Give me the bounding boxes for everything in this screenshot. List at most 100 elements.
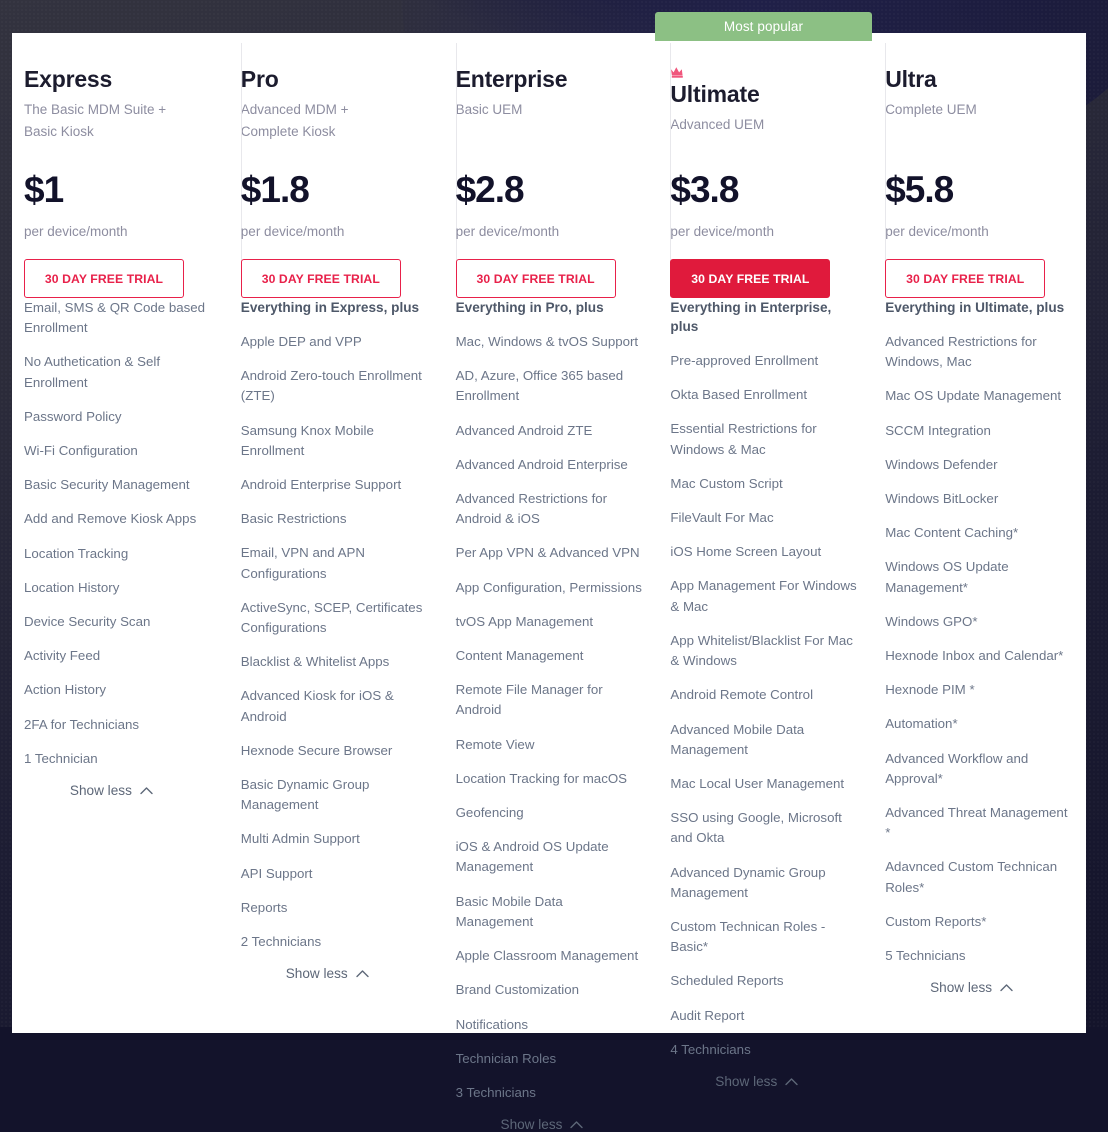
feature-item: Wi-Fi Configuration [24,443,138,459]
plan-header: Pro Advanced MDM + Complete Kiosk $1.8 per … [240,33,428,298]
plan-subtitle: Complete UEM [885,101,977,117]
features-heading: Everything in Ultimate, plus [885,300,1065,315]
feature-item: Geofencing [455,805,524,821]
feature-item: SCCM Integration [885,422,991,438]
feature-item: Basic Mobile Data Management [455,893,563,929]
plan-price: $1.8 [240,169,310,210]
feature-item: 2FA for Technicians [24,716,140,732]
show-less-label: Show less [69,783,132,799]
plan-subtitle: Advanced MDM + Complete Kiosk [240,101,349,139]
free-trial-button[interactable]: 30 DAY FREE TRIAL [670,259,831,298]
feature-item: Advanced Restrictions for Windows, Mac [885,334,1037,370]
feature-item: Hexnode Secure Browser [240,742,393,758]
features-list: Email, SMS & QR Code based Enrollment No … [24,298,213,769]
feature-item: Okta Based Enrollment [670,387,808,403]
plan-price-unit: per device/month [455,224,560,239]
feature-item: 5 Technicians [885,948,966,964]
feature-item: Basic Dynamic Group Management [240,777,370,813]
feature-item: Hexnode PIM * [885,682,975,698]
chevron-up-icon [140,783,153,798]
feature-item: Advanced Android Enterprise [455,456,628,472]
show-less-label: Show less [500,1117,563,1132]
feature-item: Custom Technican Roles - Basic* [670,918,826,955]
feature-item: 2 Technicians [240,934,322,950]
free-trial-button[interactable]: 30 DAY FREE TRIAL [885,259,1046,298]
feature-item: Scheduled Reports [670,973,784,989]
feature-item: Advanced Android ZTE [455,422,593,438]
plan-subtitle: Advanced UEM [670,116,765,132]
chevron-up-icon [1000,980,1013,995]
feature-item: Mac Custom Script [670,475,783,491]
show-less-toggle[interactable]: Show less [885,980,1072,995]
feature-item: Mac Local User Management [670,775,845,791]
plan-header: Enterprise Basic UEM $2.8 per device/month 3… [455,33,643,298]
feature-item: Windows Defender [885,456,998,472]
plan-name: Pro [240,66,279,92]
feature-item: SSO using Google, Microsoft and Okta [670,810,842,846]
feature-item: API Support [240,865,313,881]
pricing-column-ultimate: Ultimate Advanced UEM $3.8 per device/month… [656,33,871,1089]
show-less-label: Show less [285,966,348,982]
pricing-column-pro: Pro Advanced MDM + Complete Kiosk $1.8 per … [227,33,442,1033]
feature-item: Multi Admin Support [240,831,360,847]
plan-price: $5.8 [885,169,954,210]
feature-item: 3 Technicians [455,1084,536,1100]
feature-item: Technician Roles [455,1050,557,1066]
chevron-up-icon [355,966,369,981]
plan-name: Ultra [885,66,937,92]
show-less-toggle[interactable]: Show less [241,966,428,981]
feature-item: Custom Reports* [885,913,987,929]
show-less-toggle[interactable]: Show less [24,783,213,798]
feature-item: Android Zero-touch Enrollment (ZTE) [240,368,422,404]
most-popular-label: Most popular [723,19,804,34]
plan-price-unit: per device/month [670,224,774,239]
feature-item: Samsung Knox Mobile Enrollment [240,422,374,458]
feature-item: Action History [24,682,107,698]
feature-item: iOS Home Screen Layout [670,544,822,560]
plan-price-unit: per device/month [240,224,345,239]
free-trial-button[interactable]: 30 DAY FREE TRIAL [455,259,616,298]
show-less-toggle[interactable]: Show less [670,1074,857,1089]
free-trial-button[interactable]: 30 DAY FREE TRIAL [24,259,184,298]
features-list: Apple DEP and VPP Android Zero-touch Enro… [241,332,428,952]
features-list: Advanced Restrictions for Windows, Mac Ma… [885,332,1072,966]
crown-icon [670,66,857,82]
pricing-column-express: Express The Basic MDM Suite + Basic Kiosk… [12,33,227,1033]
feature-item: Reports [240,899,288,915]
features-heading: Everything in Pro, plus [455,300,604,315]
feature-item: ActiveSync, SCEP, Certificates Configura… [240,599,423,636]
feature-item: Windows OS Update Management* [885,559,1009,595]
feature-item: Add and Remove Kiosk Apps [24,511,197,527]
feature-item: Basic Security Management [24,477,190,493]
plan-header: Express The Basic MDM Suite + Basic Kiosk… [24,33,213,298]
pricing-column-ultra: Ultra Complete UEM $5.8 per device/month 30 … [871,33,1086,1033]
feature-item: Apple DEP and VPP [240,334,362,350]
feature-item: Essential Restrictions for Windows & Mac [670,421,817,457]
feature-item: FileVault For Mac [670,510,774,526]
chevron-up-icon [570,1117,584,1132]
feature-item: Android Remote Control [670,687,814,703]
free-trial-button[interactable]: 30 DAY FREE TRIAL [240,259,401,298]
feature-item: Windows GPO* [885,613,978,629]
feature-item: Advanced Workflow and Approval* [885,750,1029,786]
feature-item: Advanced Threat Management * [885,805,1068,841]
feature-item: Advanced Restrictions for Android & iOS [455,491,608,527]
feature-item: Remote File Manager for Android [455,682,603,718]
features-list: Mac, Windows & tvOS Support AD, Azure, Of… [456,332,643,1103]
plan-header: Ultimate Advanced UEM $3.8 per device/month… [670,33,857,298]
feature-item: Location Tracking for macOS [455,770,628,786]
plan-price: $2.8 [455,169,525,210]
feature-item: App Management For Windows & Mac [670,578,857,614]
feature-item: Activity Feed [24,648,101,664]
plan-name: Enterprise [455,66,568,92]
feature-item: Location History [24,579,120,595]
show-less-toggle[interactable]: Show less [456,1117,643,1132]
feature-item: Email, SMS & QR Code based Enrollment [24,300,206,336]
show-less-label: Show less [715,1073,778,1089]
feature-item: Content Management [455,648,584,664]
feature-item: Email, VPN and APN Configurations [240,545,365,581]
feature-item: Mac, Windows & tvOS Support [455,334,639,350]
plan-subtitle: Basic UEM [455,101,523,117]
feature-item: No Authetication & Self Enrollment [24,354,161,390]
feature-item: Advanced Kiosk for iOS & Android [240,688,394,724]
